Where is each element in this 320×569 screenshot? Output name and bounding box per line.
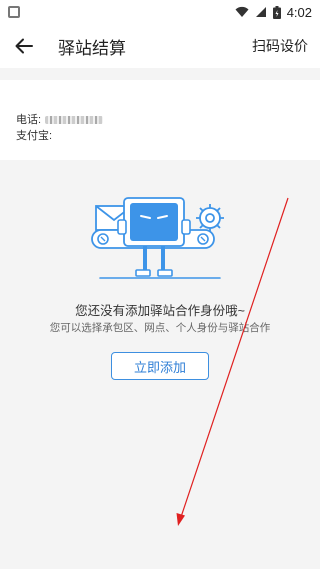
empty-state-subtitle: 您可以选择承包区、网点、个人身份与驿站合作 xyxy=(49,322,271,334)
alipay-label: 支付宝: xyxy=(16,130,53,142)
page-title: 驿站结算 xyxy=(58,38,126,58)
scan-set-price-button[interactable]: 扫码设价 xyxy=(252,36,308,56)
signal-icon xyxy=(255,7,266,17)
status-time: 4:02 xyxy=(286,4,312,20)
phone-row: 电话: xyxy=(16,112,304,128)
robot-envelope-gear-illustration xyxy=(91,197,224,279)
app-square-icon xyxy=(8,6,20,18)
app-bar: 驿站结算 扫码设价 xyxy=(0,24,320,68)
battery-icon xyxy=(272,5,281,19)
alipay-row: 支付宝: xyxy=(16,128,304,144)
back-button[interactable] xyxy=(4,24,44,68)
phone-value-masked xyxy=(45,116,104,124)
add-now-button[interactable]: 立即添加 xyxy=(111,352,209,380)
empty-state-title: 您还没有添加驿站合作身份哦~ xyxy=(75,304,245,318)
account-info-card: 电话: 支付宝: xyxy=(0,80,320,160)
wifi-icon xyxy=(235,6,249,17)
arrow-left-icon xyxy=(15,38,33,54)
gear-icon xyxy=(196,204,224,232)
status-icons: 4:02 xyxy=(235,5,312,20)
phone-label: 电话: xyxy=(16,114,42,126)
status-bar: 4:02 xyxy=(0,0,320,24)
